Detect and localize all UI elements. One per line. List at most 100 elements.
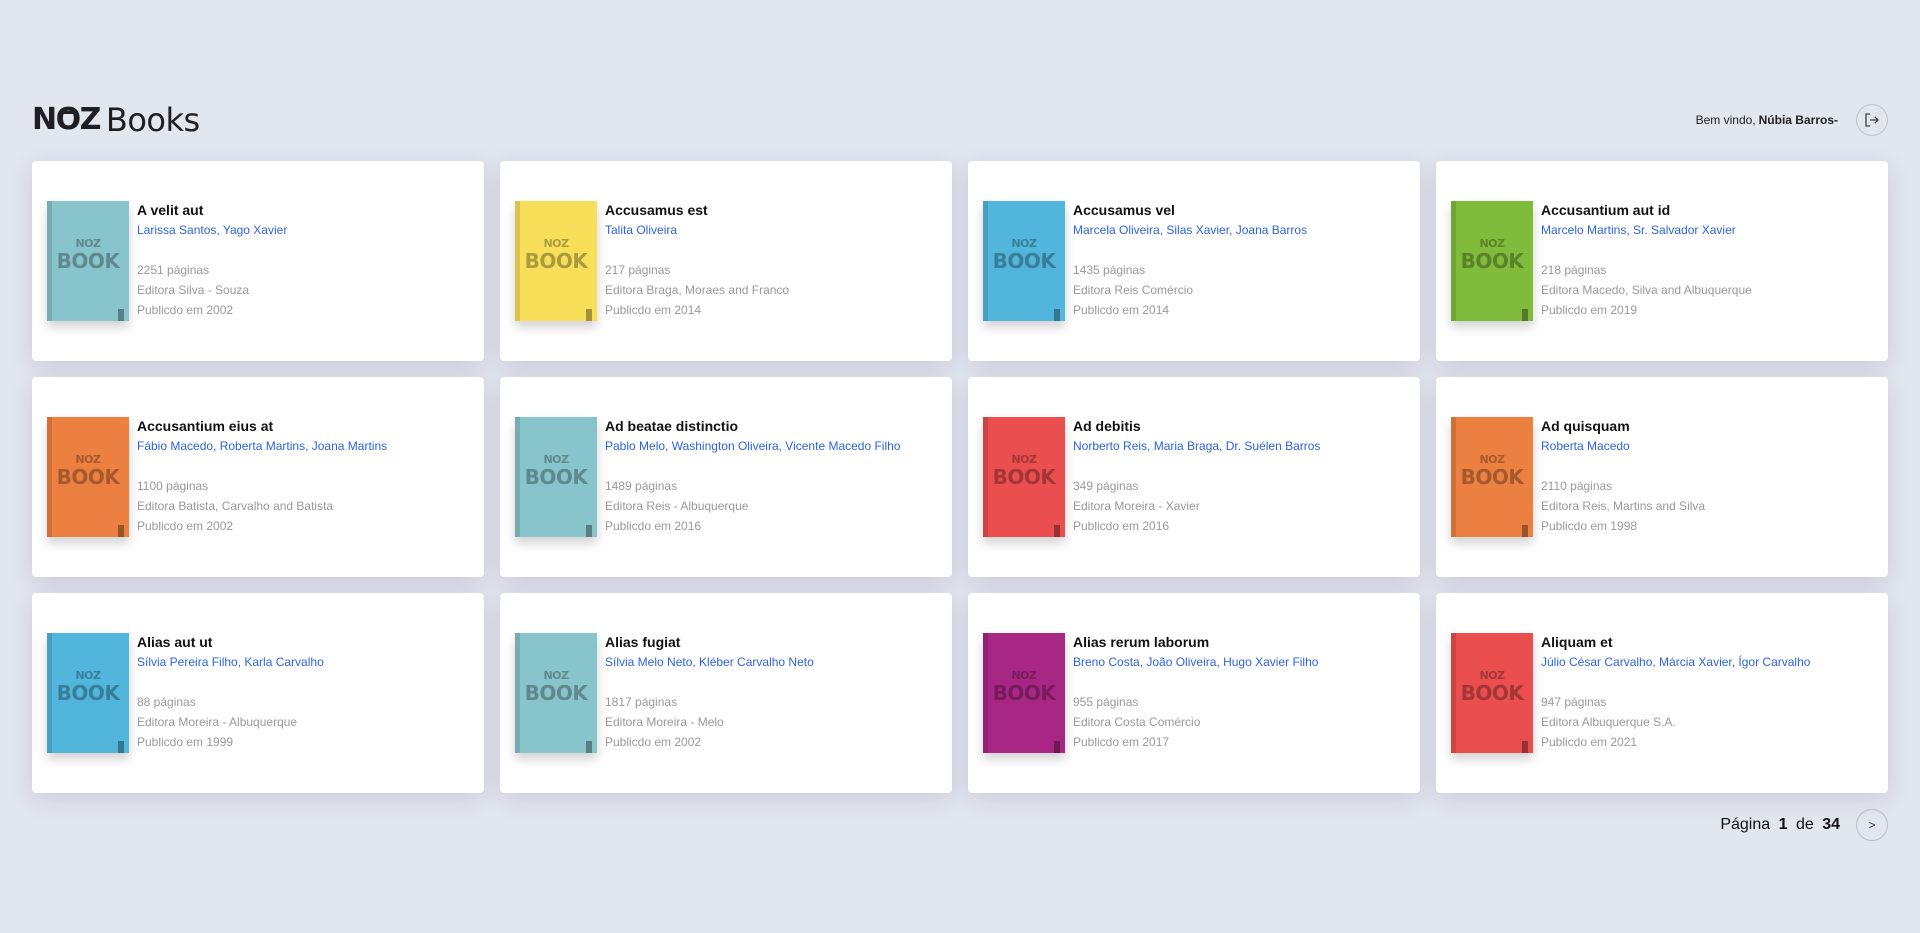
book-meta: 1817 páginas Editora Moreira - Melo Publ… [605, 692, 940, 752]
logo-text: Books [105, 101, 200, 139]
next-page-button[interactable]: > [1856, 809, 1888, 841]
book-card[interactable]: NOZ BOOK Alias fugiat Sílvia Melo Neto, … [500, 593, 952, 793]
book-card[interactable]: NOZ BOOK Aliquam et Júlio César Carvalho… [1436, 593, 1888, 793]
book-meta: 349 páginas Editora Moreira - Xavier Pub… [1073, 476, 1408, 536]
book-cover: NOZ BOOK [515, 201, 597, 321]
book-card[interactable]: NOZ BOOK Accusamus est Talita Oliveira 2… [500, 161, 952, 361]
book-meta: 1489 páginas Editora Reis - Albuquerque … [605, 476, 940, 536]
book-cover: NOZ BOOK [47, 633, 129, 753]
book-pages: 218 páginas [1541, 263, 1607, 277]
book-meta: 218 páginas Editora Macedo, Silva and Al… [1541, 260, 1876, 320]
book-card[interactable]: NOZ BOOK Accusamus vel Marcela Oliveira,… [968, 161, 1420, 361]
book-pages: 1489 páginas [605, 479, 678, 493]
user-name: Núbia Barros- [1758, 113, 1838, 127]
book-published: Publicdo em 2021 [1541, 735, 1638, 749]
book-authors: Roberta Macedo [1541, 439, 1630, 453]
book-published: Publicdo em 2002 [137, 303, 234, 317]
cover-book-label: BOOK [524, 681, 588, 705]
book-card[interactable]: NOZ BOOK Alias aut ut Sílvia Pereira Fil… [32, 593, 484, 793]
book-info: Alias aut ut Sílvia Pereira Filho, Karla… [137, 633, 472, 752]
book-meta: 88 páginas Editora Moreira - Albuquerque… [137, 692, 472, 752]
book-publisher: Editora Moreira - Albuquerque [137, 715, 298, 729]
book-title: Accusantium aut id [1541, 202, 1671, 218]
cover-book-label: BOOK [56, 465, 120, 489]
book-meta: 2251 páginas Editora Silva - Souza Publi… [137, 260, 472, 320]
book-card[interactable]: NOZ BOOK Ad beatae distinctio Pablo Melo… [500, 377, 952, 577]
page-prefix: Página [1720, 816, 1771, 833]
book-card[interactable]: NOZ BOOK A velit aut Larissa Santos, Yag… [32, 161, 484, 361]
user-area: Bem vindo, Núbia Barros- [1696, 104, 1888, 136]
book-published: Publicdo em 2002 [605, 735, 702, 749]
book-pages: 217 páginas [605, 263, 671, 277]
book-info: Ad debitis Norberto Reis, Maria Braga, D… [1073, 417, 1408, 536]
book-title: Alias fugiat [605, 634, 681, 650]
book-publisher: Editora Moreira - Xavier [1073, 499, 1200, 513]
cover-book-label: BOOK [992, 681, 1056, 705]
book-publisher: Editora Costa Comércio [1073, 715, 1201, 729]
book-authors: Sílvia Pereira Filho, Karla Carvalho [137, 655, 324, 669]
book-meta: 955 páginas Editora Costa Comércio Publi… [1073, 692, 1408, 752]
book-card[interactable]: NOZ BOOK Accusantium eius at Fábio Maced… [32, 377, 484, 577]
book-pages: 1817 páginas [605, 695, 678, 709]
book-title: A velit aut [137, 202, 204, 218]
cover-book-label: BOOK [56, 681, 120, 705]
book-info: A velit aut Larissa Santos, Yago Xavier … [137, 201, 472, 320]
pagination: Página 1 de 34 > [1720, 809, 1888, 841]
book-pages: 947 páginas [1541, 695, 1607, 709]
book-authors: Sílvia Melo Neto, Kléber Carvalho Neto [605, 655, 814, 669]
book-authors: Pablo Melo, Washington Oliveira, Vicente… [605, 439, 901, 453]
book-pages: 2110 páginas [1541, 479, 1613, 493]
logout-button[interactable] [1856, 104, 1888, 136]
cover-book-label: BOOK [56, 249, 120, 273]
cover-book-label: BOOK [524, 249, 588, 273]
book-card[interactable]: NOZ BOOK Ad quisquam Roberta Macedo 2110… [1436, 377, 1888, 577]
book-cover: NOZ BOOK [515, 417, 597, 537]
book-authors: Larissa Santos, Yago Xavier [137, 223, 288, 237]
book-cover: NOZ BOOK [47, 417, 129, 537]
book-meta: 947 páginas Editora Albuquerque S.A. Pub… [1541, 692, 1876, 752]
book-authors: Marcela Oliveira, Silas Xavier, Joana Ba… [1073, 223, 1308, 237]
book-info: Accusantium aut id Marcelo Martins, Sr. … [1541, 201, 1876, 320]
book-title: Alias aut ut [137, 634, 213, 650]
book-title: Ad quisquam [1541, 418, 1630, 434]
book-pages: 2251 páginas [137, 263, 210, 277]
book-cover: NOZ BOOK [983, 417, 1065, 537]
user-greeting: Bem vindo, [1695, 113, 1756, 127]
book-pages: 1100 páginas [137, 479, 209, 493]
book-info: Alias fugiat Sílvia Melo Neto, Kléber Ca… [605, 633, 940, 752]
book-publisher: Editora Batista, Carvalho and Batista [137, 499, 334, 513]
book-title: Alias rerum laborum [1073, 634, 1210, 650]
logo: NOZ Books [32, 98, 200, 142]
book-publisher: Editora Macedo, Silva and Albuquerque [1541, 283, 1752, 297]
cover-book-label: BOOK [992, 465, 1056, 489]
book-title: Aliquam et [1541, 634, 1613, 650]
book-pages: 1435 páginas [1073, 263, 1146, 277]
book-pages: 88 páginas [137, 695, 196, 709]
book-cover: NOZ BOOK [983, 201, 1065, 321]
book-publisher: Editora Reis Comércio [1073, 283, 1194, 297]
book-published: Publicdo em 2019 [1541, 303, 1638, 317]
book-card[interactable]: NOZ BOOK Alias rerum laborum Breno Costa… [968, 593, 1420, 793]
book-authors: Júlio César Carvalho, Márcia Xavier, Ígo… [1541, 655, 1811, 669]
book-card[interactable]: NOZ BOOK Accusantium aut id Marcelo Mart… [1436, 161, 1888, 361]
book-published: Publicdo em 1999 [137, 735, 234, 749]
book-card[interactable]: NOZ BOOK Ad debitis Norberto Reis, Maria… [968, 377, 1420, 577]
book-published: Publicdo em 2017 [1073, 735, 1170, 749]
book-cover: NOZ BOOK [1451, 201, 1533, 321]
book-published: Publicdo em 1998 [1541, 519, 1638, 533]
book-publisher: Editora Silva - Souza [137, 283, 250, 297]
book-meta: 2110 páginas Editora Reis, Martins and S… [1541, 476, 1876, 536]
cover-book-label: BOOK [524, 465, 588, 489]
book-title: Accusamus est [605, 202, 708, 218]
book-publisher: Editora Reis - Albuquerque [605, 499, 749, 513]
book-publisher: Editora Braga, Moraes and Franco [605, 283, 790, 297]
page-total: 34 [1822, 816, 1840, 833]
book-title: Accusantium eius at [137, 418, 274, 434]
chevron-right-icon: > [1868, 818, 1876, 832]
cover-book-label: BOOK [1460, 681, 1524, 705]
page-separator: de [1795, 816, 1814, 833]
book-title: Ad beatae distinctio [605, 418, 739, 434]
logo-mark: NOZ [32, 102, 101, 137]
book-pages: 955 páginas [1073, 695, 1139, 709]
book-publisher: Editora Reis, Martins and Silva [1541, 499, 1706, 513]
